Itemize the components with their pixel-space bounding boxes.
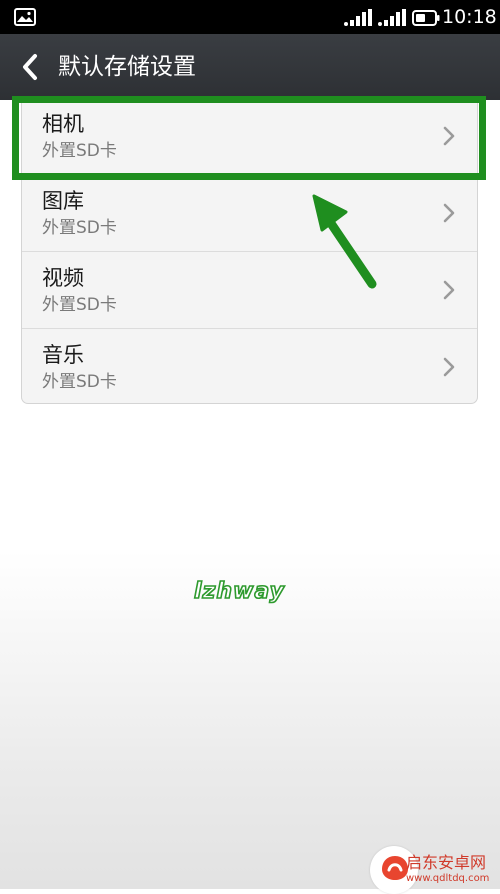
logo-name: 启东安卓网 [406, 853, 487, 872]
arrow-up-left-icon [312, 194, 377, 289]
page-title: 默认存储设置 [58, 54, 196, 80]
image-icon [14, 8, 36, 26]
list-item-video[interactable]: 视频 外置SD卡 [22, 252, 477, 329]
chevron-left-icon[interactable] [20, 53, 40, 81]
header-bar: 默认存储设置 [0, 34, 500, 100]
battery-icon [412, 10, 440, 26]
watermark-text: lzhway [193, 578, 285, 605]
list-item-value: 外置SD卡 [42, 218, 117, 238]
logo-url: www.qdltdq.com [406, 873, 490, 884]
chevron-right-icon [443, 280, 455, 300]
status-bar: 10:18 [0, 0, 500, 34]
list-item-gallery[interactable]: 图库 外置SD卡 [22, 175, 477, 252]
status-time: 10:18 [442, 6, 497, 28]
list-item-music[interactable]: 音乐 外置SD卡 [22, 329, 477, 406]
list-item-value: 外置SD卡 [42, 295, 117, 315]
highlight-box [12, 96, 486, 180]
signal-icon [378, 9, 406, 26]
list-item-title: 音乐 [42, 343, 84, 367]
list-item-title: 图库 [42, 189, 84, 213]
list-item-value: 外置SD卡 [42, 372, 117, 392]
site-logo: 启东安卓网 www.qdltdq.com [360, 840, 500, 894]
signal-icon [344, 9, 372, 26]
chevron-right-icon [443, 357, 455, 377]
list-item-title: 视频 [42, 266, 84, 290]
chevron-right-icon [443, 203, 455, 223]
